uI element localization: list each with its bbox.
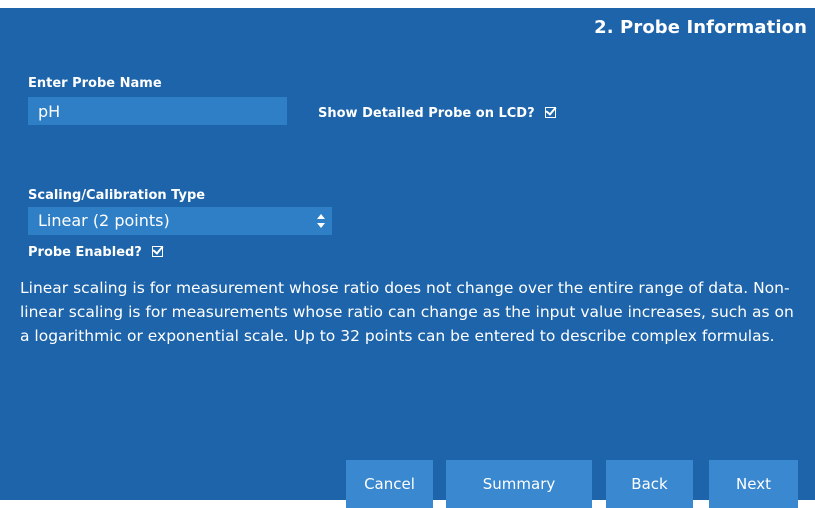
scaling-type-selected-value: Linear (2 points) <box>38 211 170 230</box>
probe-information-panel: 2. Probe Information Enter Probe Name Sh… <box>0 8 815 508</box>
scaling-type-select[interactable]: Linear (2 points) <box>28 207 332 235</box>
back-button[interactable]: Back <box>606 460 693 508</box>
scaling-type-label: Scaling/Calibration Type <box>28 188 206 203</box>
step-title: 2. Probe Information <box>594 17 807 38</box>
show-detailed-probe-row: Show Detailed Probe on LCD? <box>318 106 557 121</box>
probe-enabled-label: Probe Enabled? <box>28 245 142 260</box>
show-detailed-probe-checkbox[interactable] <box>545 107 557 118</box>
next-button[interactable]: Next <box>709 460 798 508</box>
summary-button[interactable]: Summary <box>446 460 592 508</box>
probe-enabled-checkbox[interactable] <box>152 246 164 257</box>
show-detailed-probe-label: Show Detailed Probe on LCD? <box>318 106 535 121</box>
scaling-description: Linear scaling is for measurement whose … <box>20 279 794 345</box>
select-updown-arrows-icon <box>316 213 326 229</box>
probe-name-label: Enter Probe Name <box>28 76 162 91</box>
cancel-button[interactable]: Cancel <box>346 460 433 508</box>
probe-enabled-row: Probe Enabled? <box>28 245 164 260</box>
probe-name-input[interactable] <box>28 97 287 125</box>
